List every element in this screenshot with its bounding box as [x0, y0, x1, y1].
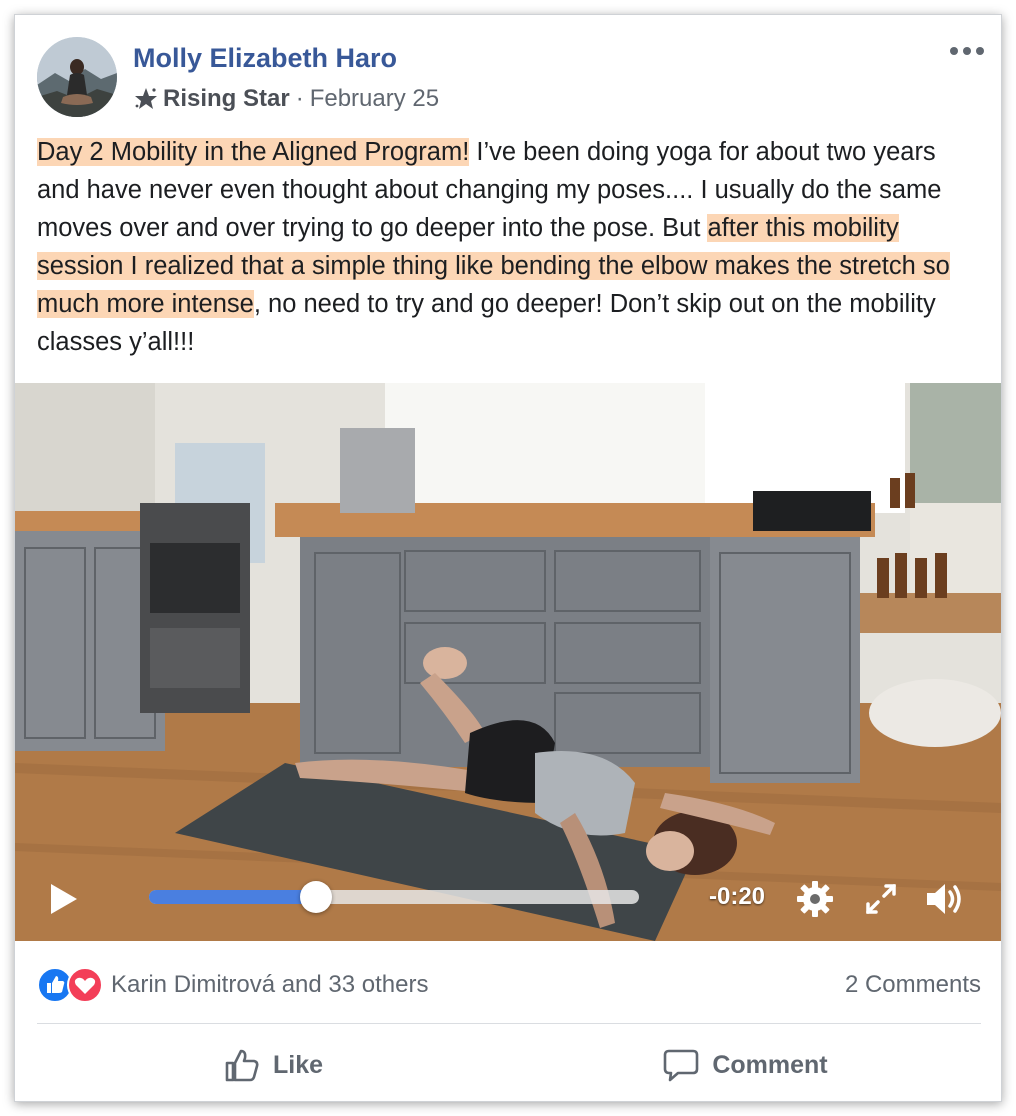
fullscreen-button[interactable]	[861, 879, 901, 919]
volume-button[interactable]	[923, 879, 963, 919]
rising-star-icon	[133, 86, 159, 112]
ellipsis-icon	[950, 47, 984, 55]
divider	[37, 1023, 981, 1024]
gear-icon	[797, 881, 833, 917]
video-controls: -0:20	[15, 863, 1001, 933]
meta-separator: ·	[295, 85, 304, 112]
more-options-button[interactable]	[947, 37, 987, 65]
video-frame	[15, 383, 1001, 941]
post-actions: Like Comment	[37, 1035, 981, 1095]
like-button[interactable]: Like	[37, 1035, 509, 1095]
fullscreen-icon	[866, 884, 896, 914]
video-progress-bar[interactable]	[149, 881, 639, 913]
post-date-link[interactable]: February 25	[310, 85, 439, 113]
comment-label: Comment	[712, 1050, 828, 1079]
progress-fill	[149, 890, 316, 904]
author-name-link[interactable]: Molly Elizabeth Haro	[133, 43, 397, 74]
highlighted-text: Day 2 Mobility in the Aligned Program!	[37, 138, 470, 166]
post-meta: Rising Star · February 25	[133, 85, 439, 113]
post-text: Day 2 Mobility in the Aligned Program! I…	[37, 133, 977, 361]
video-player[interactable]: -0:20	[15, 383, 1001, 941]
comment-bubble-icon	[662, 1046, 700, 1084]
reactors-summary[interactable]: Karin Dimitrová and 33 others	[111, 971, 428, 999]
thumbs-up-icon	[223, 1046, 261, 1084]
post-card: Molly Elizabeth Haro Rising Star · Febru…	[14, 14, 1002, 1102]
comment-button[interactable]: Comment	[509, 1035, 981, 1095]
play-icon	[51, 884, 77, 914]
avatar[interactable]	[37, 37, 117, 117]
play-button[interactable]	[45, 881, 81, 917]
avatar-photo	[37, 37, 117, 117]
time-remaining: -0:20	[709, 883, 766, 910]
reaction-icons[interactable]	[37, 967, 103, 1003]
progress-scrubber-handle[interactable]	[299, 881, 332, 913]
love-reaction-icon	[67, 967, 103, 1003]
reactions-bar: Karin Dimitrová and 33 others 2 Comments	[37, 965, 981, 1005]
post-header: Molly Elizabeth Haro Rising Star · Febru…	[15, 15, 1001, 125]
settings-button[interactable]	[795, 879, 835, 919]
like-label: Like	[272, 1050, 324, 1079]
badge-label: Rising Star	[163, 85, 290, 112]
volume-icon	[927, 884, 961, 914]
comment-count-link[interactable]: 2 Comments	[845, 971, 981, 999]
